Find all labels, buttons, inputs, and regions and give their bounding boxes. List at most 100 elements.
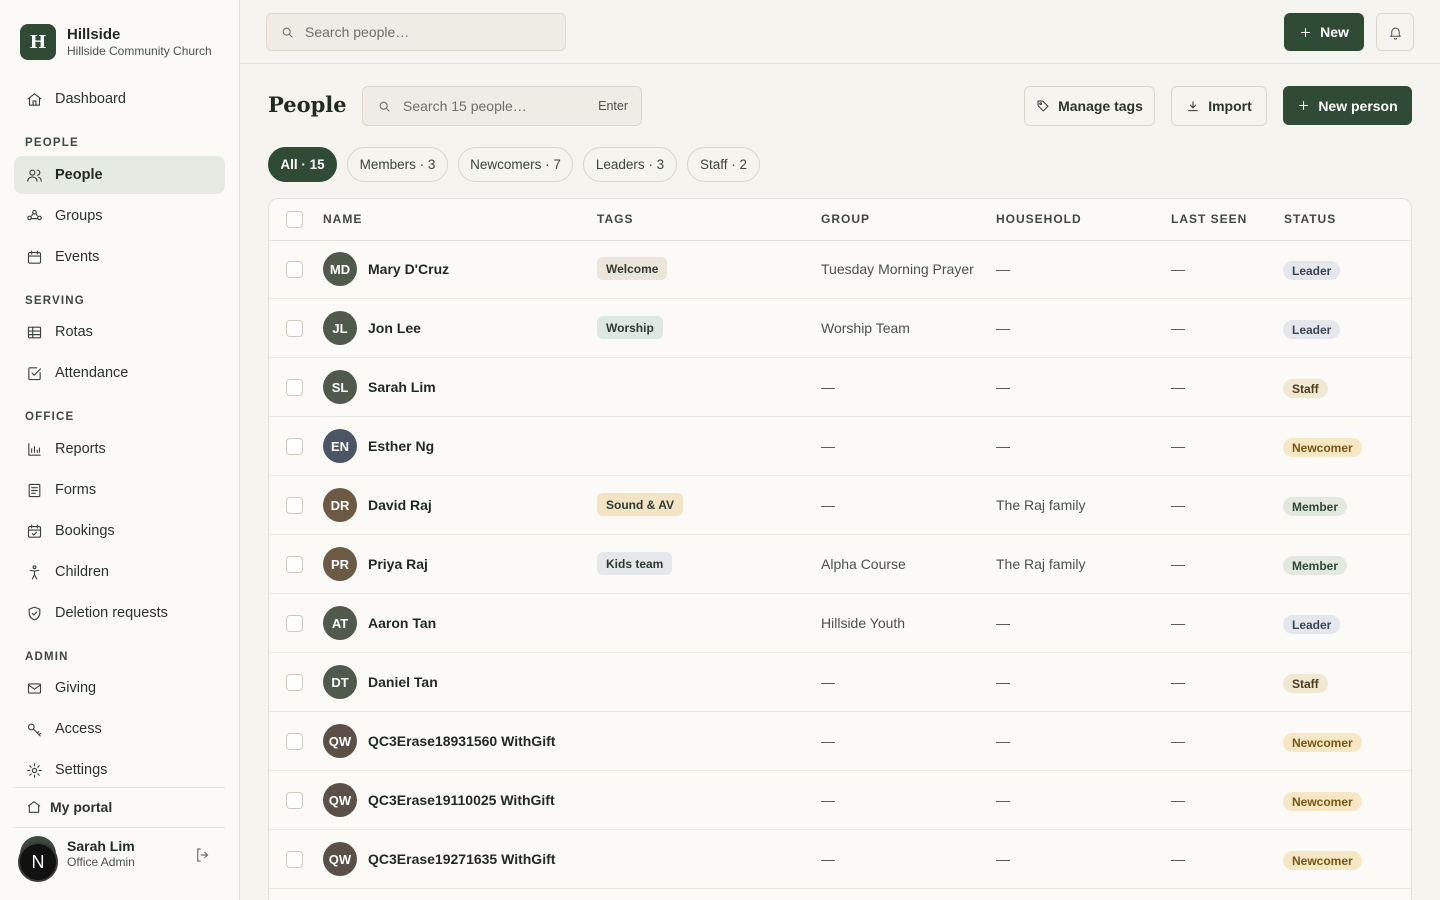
table-icon — [26, 324, 43, 341]
tag-badge: Kids team — [597, 552, 673, 575]
person-name[interactable]: Jon Lee — [368, 320, 421, 336]
last-seen-cell: — — [1171, 792, 1185, 808]
row-checkbox[interactable] — [286, 556, 303, 573]
sidebar-item-deletion-requests[interactable]: Deletion requests — [14, 594, 225, 632]
column-header-group[interactable]: GROUP — [821, 212, 870, 226]
person-name[interactable]: QC3Erase18931560 WithGift — [368, 733, 555, 749]
status-badge: Member — [1283, 556, 1348, 575]
row-checkbox[interactable] — [286, 320, 303, 337]
status-badge: Newcomer — [1283, 733, 1362, 752]
table-row[interactable]: JL Jon Lee Worship Worship Team — — Leader — [269, 299, 1411, 358]
table-row[interactable]: QW QC3Erase18931560 WithGift — — — Newcomer — [269, 712, 1411, 771]
sidebar-item-events[interactable]: Events — [14, 238, 225, 276]
sidebar-item-reports[interactable]: Reports — [14, 430, 225, 468]
group-cell: — — [821, 497, 835, 513]
sidebar-item-label: Events — [55, 249, 100, 265]
table-row[interactable]: DT Daniel Tan — — — Staff — [269, 653, 1411, 712]
table-row[interactable]: AT Aaron Tan Hillside Youth — — Leader — [269, 594, 1411, 653]
manage-tags-button[interactable]: Manage tags — [1024, 86, 1155, 126]
row-checkbox[interactable] — [286, 792, 303, 809]
household-cell: — — [996, 674, 1010, 690]
table-row[interactable]: PR Priya Raj Kids team Alpha Course The Raj … — [269, 535, 1411, 594]
sidebar-item-attendance[interactable]: Attendance — [14, 354, 225, 392]
group-cell: Alpha Course — [821, 556, 906, 572]
row-checkbox[interactable] — [286, 674, 303, 691]
table-row[interactable]: SL Sarah Lim — — — Staff — [269, 358, 1411, 417]
person-name[interactable]: Sarah Lim — [368, 379, 436, 395]
select-all-checkbox[interactable] — [286, 211, 303, 228]
users-icon — [26, 167, 43, 184]
section-serving: SERVING — [25, 295, 85, 307]
row-checkbox[interactable] — [286, 261, 303, 278]
filter-chip-staff[interactable]: Staff · 2 — [687, 147, 760, 182]
last-seen-cell: — — [1171, 497, 1185, 513]
row-checkbox[interactable] — [286, 497, 303, 514]
sidebar-item-label: Access — [55, 721, 102, 737]
row-checkbox[interactable] — [286, 851, 303, 868]
household-cell: — — [996, 792, 1010, 808]
avatar: DR — [323, 488, 357, 522]
notifications-button[interactable] — [1376, 13, 1414, 51]
page-title: People — [268, 92, 347, 117]
filter-chip-all[interactable]: All · 15 — [268, 147, 337, 182]
status-badge: Leader — [1283, 320, 1341, 339]
filter-chip-members[interactable]: Members · 3 — [347, 147, 448, 182]
person-name[interactable]: Esther Ng — [368, 438, 434, 454]
column-header-name[interactable]: NAME — [323, 212, 362, 226]
tag-badge: Sound & AV — [597, 493, 683, 516]
person-name[interactable]: David Raj — [368, 497, 432, 513]
table-row[interactable]: QW QC3Erase19271635 WithGift — — — Newcomer — [269, 830, 1411, 889]
column-header-last-seen[interactable]: LAST SEEN — [1171, 212, 1247, 226]
new-button[interactable]: New — [1284, 13, 1364, 51]
group-cell: — — [821, 792, 835, 808]
sidebar-item-label: Forms — [55, 482, 97, 498]
sidebar-item-access[interactable]: Access — [14, 710, 225, 748]
row-checkbox[interactable] — [286, 379, 303, 396]
row-checkbox[interactable] — [286, 438, 303, 455]
sidebar-item-rotas[interactable]: Rotas — [14, 313, 225, 351]
person-name[interactable]: QC3Erase19110025 WithGift — [368, 792, 555, 808]
sidebar-item-settings[interactable]: Settings — [14, 751, 225, 789]
new-person-button[interactable]: New person — [1283, 86, 1412, 125]
global-search-input[interactable]: Search people… — [266, 13, 566, 51]
import-button[interactable]: Import — [1171, 86, 1267, 126]
row-checkbox[interactable] — [286, 733, 303, 750]
status-badge: Staff — [1283, 674, 1328, 693]
filter-chip-newcomers[interactable]: Newcomers · 7 — [458, 147, 573, 182]
person-name[interactable]: Mary D'Cruz — [368, 261, 449, 277]
people-search-input[interactable]: Search 15 people… Enter — [362, 86, 642, 126]
sidebar-item-people[interactable]: People — [14, 156, 225, 194]
last-seen-cell: — — [1171, 733, 1185, 749]
sidebar-item-children[interactable]: Children — [14, 553, 225, 591]
group-cell: — — [821, 438, 835, 454]
person-name[interactable]: Priya Raj — [368, 556, 428, 572]
column-header-status[interactable]: STATUS — [1284, 212, 1336, 226]
table-row[interactable]: EN Esther Ng — — — Newcomer — [269, 417, 1411, 476]
table-row[interactable]: DR David Raj Sound & AV — The Raj family — Mem… — [269, 476, 1411, 535]
person-name[interactable]: Daniel Tan — [368, 674, 438, 690]
person-name[interactable]: Aaron Tan — [368, 615, 436, 631]
table-row[interactable]: QW QC3Erase19110025 WithGift — — — Newcomer — [269, 771, 1411, 830]
user-profile[interactable]: N Sarah Lim Office Admin — [18, 836, 220, 882]
row-checkbox[interactable] — [286, 615, 303, 632]
person-name[interactable]: QC3Erase19271635 WithGift — [368, 851, 555, 867]
sidebar-item-groups[interactable]: Groups — [14, 197, 225, 235]
sidebar-item-dashboard[interactable]: Dashboard — [14, 80, 225, 118]
my-portal-link[interactable]: My portal — [14, 790, 225, 824]
topbar: Search people… New — [240, 0, 1440, 64]
sidebar-item-bookings[interactable]: Bookings — [14, 512, 225, 550]
status-badge: Newcomer — [1283, 851, 1362, 870]
sidebar-item-giving[interactable]: Giving — [14, 669, 225, 707]
filter-chip-leaders[interactable]: Leaders · 3 — [583, 147, 677, 182]
brand[interactable]: H Hillside Hillside Community Church — [20, 24, 212, 60]
divider — [14, 827, 225, 828]
last-seen-cell: — — [1171, 674, 1185, 690]
column-header-household[interactable]: HOUSEHOLD — [996, 212, 1082, 226]
sidebar-item-label: Children — [55, 564, 109, 580]
table-row[interactable]: MD Mary D'Cruz Welcome Tuesday Morning Pray… — [269, 240, 1411, 299]
household-cell: — — [996, 733, 1010, 749]
sidebar-item-forms[interactable]: Forms — [14, 471, 225, 509]
column-header-tags[interactable]: TAGS — [597, 212, 633, 226]
child-icon — [26, 564, 43, 581]
logout-icon[interactable] — [194, 846, 212, 864]
